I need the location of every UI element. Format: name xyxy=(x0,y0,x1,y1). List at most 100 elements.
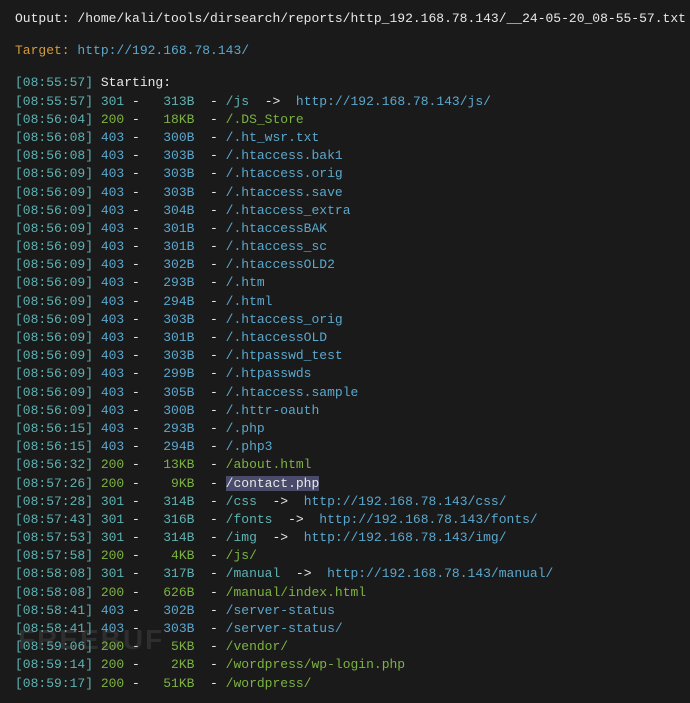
status-code: 403 xyxy=(101,130,124,145)
response-size: 303B xyxy=(148,312,195,327)
result-row: [08:56:15] 403 - 294B - /.php3 xyxy=(15,438,645,456)
status-code: 403 xyxy=(101,603,124,618)
status-code: 403 xyxy=(101,421,124,436)
timestamp: [08:56:08] xyxy=(15,130,101,145)
timestamp: [08:56:09] xyxy=(15,312,101,327)
output-line: Output: /home/kali/tools/dirsearch/repor… xyxy=(15,10,645,28)
result-row: [08:59:14] 200 - 2KB - /wordpress/wp-log… xyxy=(15,656,645,674)
separator: - xyxy=(124,239,147,254)
response-size: 18KB xyxy=(148,112,195,127)
separator: - xyxy=(194,512,225,527)
separator: - xyxy=(124,439,147,454)
path: /server-status/ xyxy=(226,621,343,636)
separator: - xyxy=(124,494,147,509)
status-code: 403 xyxy=(101,330,124,345)
path: /.DS_Store xyxy=(226,112,304,127)
separator: - xyxy=(194,421,225,436)
status-code: 200 xyxy=(101,476,124,491)
timestamp: [08:56:09] xyxy=(15,330,101,345)
result-row: [08:56:32] 200 - 13KB - /about.html xyxy=(15,456,645,474)
redirect-arrow-icon: -> xyxy=(265,494,288,509)
response-size: 305B xyxy=(148,385,195,400)
starting-label: Starting: xyxy=(93,75,179,90)
result-row: [08:58:08] 301 - 317B - /manual -> http:… xyxy=(15,565,645,583)
path: /.php xyxy=(226,421,265,436)
response-size: 316B xyxy=(148,512,195,527)
separator: - xyxy=(124,221,147,236)
path: /wordpress/ xyxy=(226,676,312,691)
path: /.httr-oauth xyxy=(226,403,320,418)
timestamp: [08:59:17] xyxy=(15,676,101,691)
status-code: 301 xyxy=(101,494,124,509)
separator: - xyxy=(194,639,225,654)
timestamp: [08:56:09] xyxy=(15,239,101,254)
path: /.html xyxy=(226,294,273,309)
status-code: 403 xyxy=(101,221,124,236)
timestamp: [08:55:57] xyxy=(15,94,101,109)
result-row: [08:56:09] 403 - 303B - /.htpasswd_test xyxy=(15,347,645,365)
separator: - xyxy=(194,203,225,218)
status-code: 200 xyxy=(101,585,124,600)
timestamp: [08:56:04] xyxy=(15,112,101,127)
response-size: 293B xyxy=(148,275,195,290)
separator: - xyxy=(124,312,147,327)
separator: - xyxy=(194,621,225,636)
response-size: 301B xyxy=(148,239,195,254)
status-code: 403 xyxy=(101,166,124,181)
separator: - xyxy=(194,148,225,163)
separator: - xyxy=(194,385,225,400)
separator: - xyxy=(194,330,225,345)
status-code: 403 xyxy=(101,312,124,327)
result-row: [08:57:43] 301 - 316B - /fonts -> http:/… xyxy=(15,511,645,529)
response-size: 2KB xyxy=(148,657,195,672)
status-code: 403 xyxy=(101,439,124,454)
timestamp: [08:56:09] xyxy=(15,257,101,272)
separator: - xyxy=(194,275,225,290)
separator: - xyxy=(194,530,225,545)
status-code: 403 xyxy=(101,185,124,200)
separator: - xyxy=(124,130,147,145)
separator: - xyxy=(124,348,147,363)
separator: - xyxy=(124,566,147,581)
path: /.htaccess_orig xyxy=(226,312,343,327)
path: /vendor/ xyxy=(226,639,288,654)
target-url: http://192.168.78.143/ xyxy=(77,43,249,58)
separator: - xyxy=(124,603,147,618)
response-size: 313B xyxy=(148,94,195,109)
path: /.htaccess.bak1 xyxy=(226,148,343,163)
response-size: 302B xyxy=(148,603,195,618)
timestamp: [08:57:28] xyxy=(15,494,101,509)
status-code: 200 xyxy=(101,457,124,472)
response-size: 294B xyxy=(148,439,195,454)
response-size: 303B xyxy=(148,348,195,363)
status-code: 200 xyxy=(101,657,124,672)
result-row: [08:57:53] 301 - 314B - /img -> http://1… xyxy=(15,529,645,547)
timestamp: [08:56:09] xyxy=(15,366,101,381)
timestamp: [08:56:08] xyxy=(15,148,101,163)
response-size: 317B xyxy=(148,566,195,581)
path: /about.html xyxy=(226,457,312,472)
separator: - xyxy=(194,566,225,581)
status-code: 403 xyxy=(101,621,124,636)
response-size: 300B xyxy=(148,130,195,145)
separator: - xyxy=(124,385,147,400)
status-code: 403 xyxy=(101,148,124,163)
separator: - xyxy=(194,257,225,272)
timestamp: [08:56:09] xyxy=(15,403,101,418)
path: /manual xyxy=(226,566,288,581)
result-row: [08:56:09] 403 - 300B - /.httr-oauth xyxy=(15,402,645,420)
redirect-arrow-icon: -> xyxy=(280,512,303,527)
path: /.htaccessBAK xyxy=(226,221,327,236)
separator: - xyxy=(194,476,225,491)
path: /manual/index.html xyxy=(226,585,366,600)
separator: - xyxy=(194,166,225,181)
response-size: 303B xyxy=(148,166,195,181)
path: /.htaccess.save xyxy=(226,185,343,200)
result-rows: [08:55:57] 301 - 313B - /js -> http://19… xyxy=(15,93,645,693)
path: /.ht_wsr.txt xyxy=(226,130,320,145)
status-code: 403 xyxy=(101,257,124,272)
status-code: 403 xyxy=(101,403,124,418)
response-size: 301B xyxy=(148,330,195,345)
status-code: 301 xyxy=(101,530,124,545)
result-row: [08:56:09] 403 - 301B - /.htaccess_sc xyxy=(15,238,645,256)
